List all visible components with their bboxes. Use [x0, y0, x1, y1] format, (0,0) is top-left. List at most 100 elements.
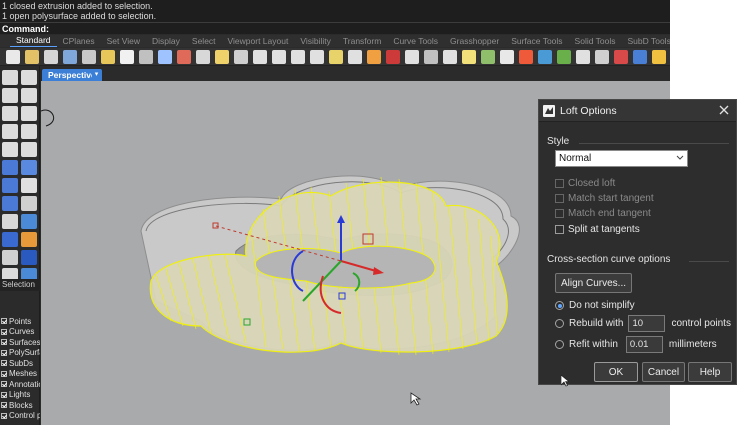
- tab-surface-tools[interactable]: Surface Tools: [505, 35, 568, 47]
- toolbar-command-icon[interactable]: [234, 50, 248, 64]
- do-not-simplify-radio[interactable]: [555, 301, 564, 310]
- left-tool-icon[interactable]: [2, 178, 18, 193]
- match-end-tangent-checkbox[interactable]: [555, 209, 564, 218]
- selection-filter-item[interactable]: Annotations: [0, 379, 40, 390]
- toolbar-command-icon[interactable]: [519, 50, 533, 64]
- viewport-menu-arrow-icon[interactable]: ▾: [92, 69, 101, 81]
- selection-filter-item[interactable]: SubDs: [0, 358, 40, 369]
- left-tool-icon[interactable]: [2, 196, 18, 211]
- toolbar-command-icon[interactable]: [405, 50, 419, 64]
- filter-checkbox[interactable]: [1, 413, 7, 419]
- toolbar-command-icon[interactable]: [253, 50, 267, 64]
- left-tool-icon[interactable]: [21, 124, 37, 139]
- toolbar-command-icon[interactable]: [500, 50, 514, 64]
- match-start-tangent-option[interactable]: Match start tangent: [555, 193, 654, 204]
- dialog-title-bar[interactable]: Loft Options: [539, 100, 736, 122]
- toolbar-command-icon[interactable]: [63, 50, 77, 64]
- left-tool-icon[interactable]: [2, 124, 18, 139]
- left-tool-icon[interactable]: [21, 250, 37, 265]
- toolbar-command-icon[interactable]: [158, 50, 172, 64]
- left-tool-icon[interactable]: [21, 178, 37, 193]
- command-prompt[interactable]: Command:: [0, 22, 670, 34]
- toolbar-command-icon[interactable]: [329, 50, 343, 64]
- toolbar-command-icon[interactable]: [272, 50, 286, 64]
- do-not-simplify-option[interactable]: Do not simplify: [555, 300, 635, 311]
- toolbar-command-icon[interactable]: [462, 50, 476, 64]
- left-tool-icon[interactable]: [2, 70, 18, 85]
- toolbar-command-icon[interactable]: [367, 50, 381, 64]
- filter-checkbox[interactable]: [1, 392, 7, 398]
- tab-grasshopper[interactable]: Grasshopper: [444, 35, 505, 47]
- toolbar-command-icon[interactable]: [348, 50, 362, 64]
- toolbar-command-icon[interactable]: [101, 50, 115, 64]
- selection-filter-item[interactable]: Control points: [0, 411, 40, 422]
- tab-transform[interactable]: Transform: [337, 35, 387, 47]
- toolbar-command-icon[interactable]: [215, 50, 229, 64]
- toolbar-command-icon[interactable]: [25, 50, 39, 64]
- toolbar-command-icon[interactable]: [557, 50, 571, 64]
- toolbar-command-icon[interactable]: [386, 50, 400, 64]
- style-dropdown[interactable]: Normal: [555, 150, 688, 167]
- toolbar-command-icon[interactable]: [44, 50, 58, 64]
- left-tool-icon[interactable]: [21, 70, 37, 85]
- filter-checkbox[interactable]: [1, 318, 7, 324]
- toolbar-command-icon[interactable]: [120, 50, 134, 64]
- tab-subd-tools[interactable]: SubD Tools: [622, 35, 671, 47]
- toolbar-command-icon[interactable]: [538, 50, 552, 64]
- refit-within-option[interactable]: Refit within 0.01 millimeters: [555, 336, 717, 353]
- cancel-button[interactable]: Cancel: [642, 362, 685, 382]
- toolbar-command-icon[interactable]: [424, 50, 438, 64]
- left-tool-icon[interactable]: [2, 160, 18, 175]
- left-tool-icon[interactable]: [2, 214, 18, 229]
- left-tool-icon[interactable]: [21, 196, 37, 211]
- left-tool-icon[interactable]: [21, 232, 37, 247]
- toolbar-command-icon[interactable]: [139, 50, 153, 64]
- left-tool-icon[interactable]: [2, 232, 18, 247]
- toolbar-command-icon[interactable]: [633, 50, 647, 64]
- tab-viewport-layout[interactable]: Viewport Layout: [222, 35, 295, 47]
- left-tool-icon[interactable]: [21, 142, 37, 157]
- selection-filter-item[interactable]: Curves: [0, 327, 40, 338]
- close-icon[interactable]: [718, 104, 730, 116]
- toolbar-command-icon[interactable]: [614, 50, 628, 64]
- refit-tolerance-input[interactable]: 0.01: [626, 336, 663, 353]
- left-tool-icon[interactable]: [2, 250, 18, 265]
- align-curves-button[interactable]: Align Curves...: [555, 273, 632, 293]
- help-button[interactable]: Help: [688, 362, 732, 382]
- left-tool-icon[interactable]: [21, 214, 37, 229]
- filter-checkbox[interactable]: [1, 350, 7, 356]
- tab-solid-tools[interactable]: Solid Tools: [569, 35, 622, 47]
- match-end-tangent-option[interactable]: Match end tangent: [555, 208, 651, 219]
- filter-checkbox[interactable]: [1, 402, 7, 408]
- selection-filter-item[interactable]: PolySurfaces: [0, 348, 40, 359]
- selection-filter-item[interactable]: Surfaces: [0, 337, 40, 348]
- filter-checkbox[interactable]: [1, 339, 7, 345]
- filter-checkbox[interactable]: [1, 381, 7, 387]
- toolbar-command-icon[interactable]: [652, 50, 666, 64]
- tab-display[interactable]: Display: [146, 35, 186, 47]
- refit-within-radio[interactable]: [555, 340, 564, 349]
- filter-checkbox[interactable]: [1, 329, 7, 335]
- ok-button[interactable]: OK: [594, 362, 638, 382]
- selection-filter-header[interactable]: Selection: [0, 279, 40, 291]
- tab-set-view[interactable]: Set View: [101, 35, 146, 47]
- closed-loft-checkbox[interactable]: [555, 179, 564, 188]
- left-tool-icon[interactable]: [2, 88, 18, 103]
- toolbar-command-icon[interactable]: [177, 50, 191, 64]
- filter-checkbox[interactable]: [1, 371, 7, 377]
- toolbar-command-icon[interactable]: [576, 50, 590, 64]
- closed-loft-option[interactable]: Closed loft: [555, 178, 615, 189]
- toolbar-command-icon[interactable]: [6, 50, 20, 64]
- toolbar-command-icon[interactable]: [310, 50, 324, 64]
- match-start-tangent-checkbox[interactable]: [555, 194, 564, 203]
- tab-visibility[interactable]: Visibility: [294, 35, 337, 47]
- toolbar-command-icon[interactable]: [82, 50, 96, 64]
- selection-filter-item[interactable]: Lights: [0, 390, 40, 401]
- left-tool-icon[interactable]: [21, 160, 37, 175]
- selection-filter-item[interactable]: Meshes: [0, 369, 40, 380]
- tab-curve-tools[interactable]: Curve Tools: [387, 35, 444, 47]
- left-tool-icon[interactable]: [2, 106, 18, 121]
- selection-filter-item[interactable]: Points: [0, 316, 40, 327]
- toolbar-command-icon[interactable]: [481, 50, 495, 64]
- left-tool-icon[interactable]: [2, 142, 18, 157]
